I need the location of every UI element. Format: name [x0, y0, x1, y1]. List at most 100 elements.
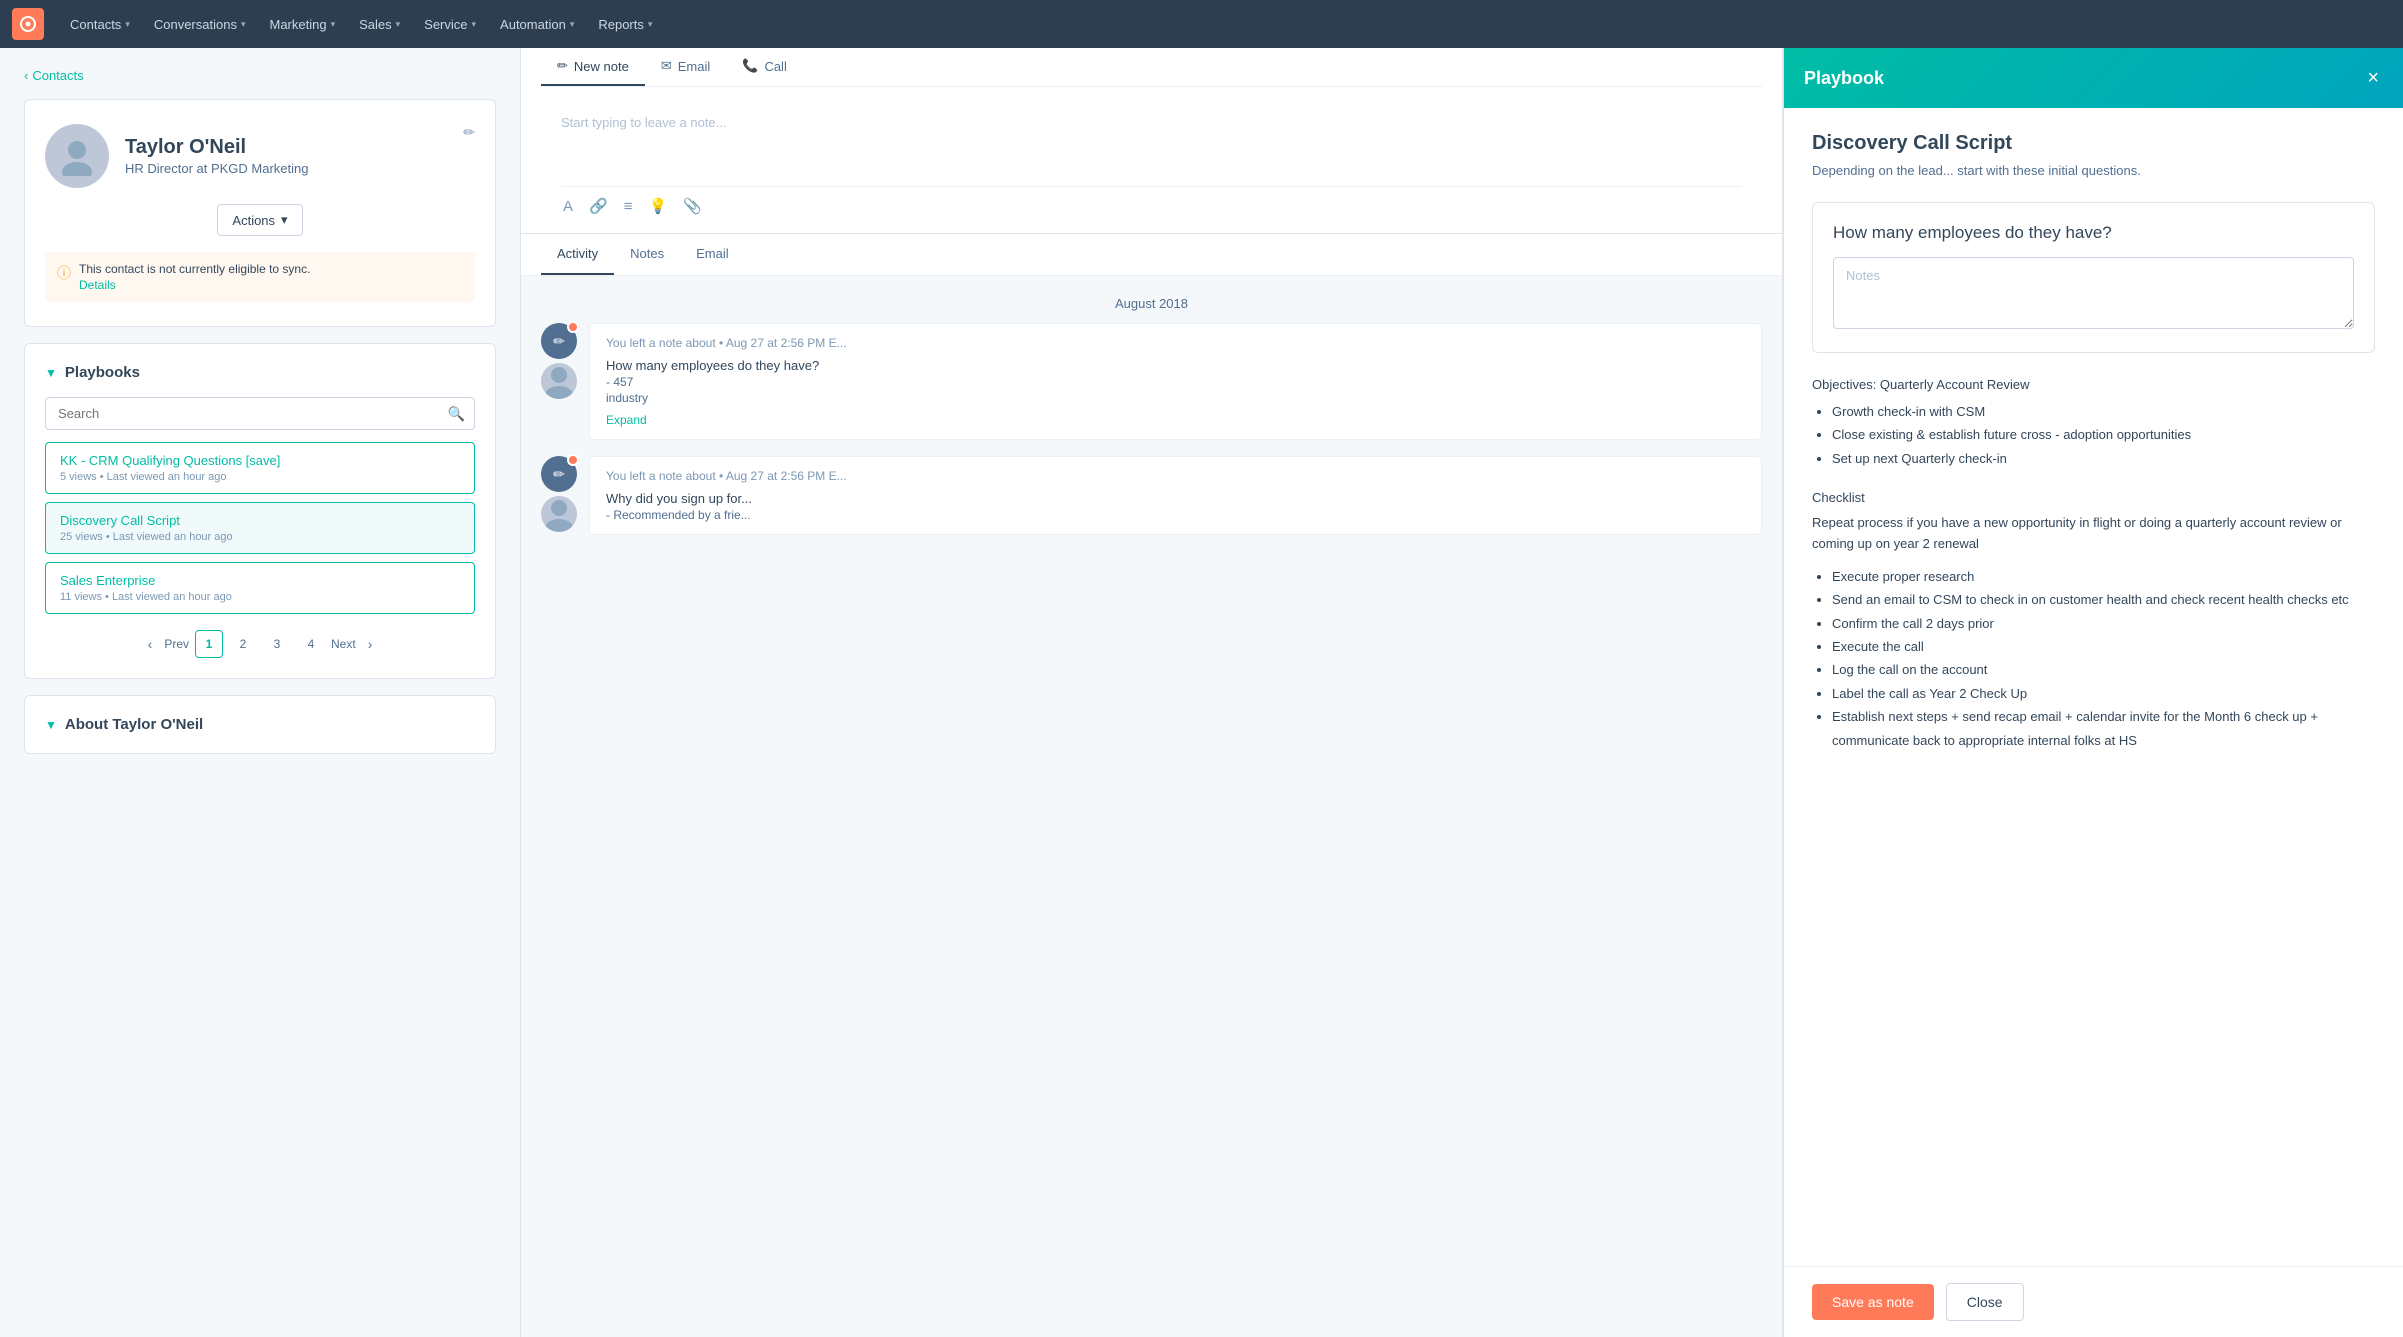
chevron-left-icon: ‹: [24, 68, 28, 83]
playbook-item-3[interactable]: Sales Enterprise 11 views • Last viewed …: [45, 562, 475, 614]
nav-item-conversations[interactable]: Conversations ▾: [144, 11, 256, 38]
question-text: How many employees do they have?: [1833, 223, 2354, 243]
playbook-item-1[interactable]: KK - CRM Qualifying Questions [save] 5 v…: [45, 442, 475, 494]
format-mention-button[interactable]: 💡: [646, 195, 669, 217]
chevron-down-icon: ▾: [281, 212, 288, 228]
playbook-panel-title: Playbook: [1804, 68, 1884, 89]
chevron-down-icon: ▾: [241, 19, 246, 30]
checklist-item-4: Execute the call: [1832, 635, 2375, 658]
playbook-title: Discovery Call Script: [1812, 132, 2375, 155]
objectives-section: Objectives: Quarterly Account Review Gro…: [1812, 377, 2375, 470]
page-3-button[interactable]: 3: [263, 630, 291, 658]
middle-panel: ✏ New note ✉ Email 📞 Call A 🔗 ≡: [520, 48, 1783, 1337]
note-compose: A 🔗 ≡ 💡 📎: [541, 87, 1762, 233]
checklist-item-1: Execute proper research: [1832, 565, 2375, 588]
nav-item-automation[interactable]: Automation ▾: [490, 11, 584, 38]
about-title: About Taylor O'Neil: [65, 716, 203, 733]
nav-item-reports[interactable]: Reports ▾: [588, 11, 662, 38]
nav-item-sales[interactable]: Sales ▾: [349, 11, 410, 38]
tab-call[interactable]: 📞 Call: [726, 48, 803, 86]
hubspot-logo[interactable]: [12, 8, 44, 40]
checklist-list: Execute proper research Send an email to…: [1812, 565, 2375, 752]
prev-label: Prev: [164, 637, 189, 651]
warning-icon: ⓘ: [57, 263, 71, 283]
activity-avatar-2: [541, 496, 577, 532]
phone-icon: 📞: [742, 58, 758, 74]
email-icon: ✉: [661, 58, 672, 74]
prev-page-button[interactable]: ‹: [142, 632, 159, 656]
activity-tab-email[interactable]: Email: [680, 234, 745, 275]
save-as-note-button[interactable]: Save as note: [1812, 1284, 1934, 1320]
chevron-down-icon: ▾: [570, 19, 575, 30]
chevron-down-icon: ▾: [125, 19, 130, 30]
activity-feed: August 2018 ✏ You left: [521, 276, 1782, 535]
left-panel: ‹ Contacts Taylor O'Neil HR Director at …: [0, 48, 520, 1337]
note-tabs: ✏ New note ✉ Email 📞 Call: [541, 48, 1762, 87]
chevron-down-icon: ▾: [396, 19, 401, 30]
activity-badge-2: [567, 454, 579, 466]
playbook-body: Discovery Call Script Depending on the l…: [1784, 108, 2403, 1266]
notes-input[interactable]: [1833, 257, 2354, 329]
format-bold-button[interactable]: A: [561, 195, 575, 217]
sync-warning: ⓘ This contact is not currently eligible…: [45, 252, 475, 302]
playbook-close-button[interactable]: ×: [2363, 64, 2383, 92]
activity-avatar-1: [541, 363, 577, 399]
activity-tab-activity[interactable]: Activity: [541, 234, 614, 275]
nav-item-contacts[interactable]: Contacts ▾: [60, 11, 140, 38]
activity-tabs: Activity Notes Email: [521, 234, 1782, 276]
search-input[interactable]: [45, 397, 475, 430]
close-playbook-button[interactable]: Close: [1946, 1283, 2024, 1321]
top-navigation: Contacts ▾ Conversations ▾ Marketing ▾ S…: [0, 0, 2403, 48]
note-toolbar: A 🔗 ≡ 💡 📎: [561, 186, 1742, 217]
page-1-button[interactable]: 1: [195, 630, 223, 658]
breadcrumb[interactable]: ‹ Contacts: [24, 68, 496, 83]
playbook-footer: Save as note Close: [1784, 1266, 2403, 1337]
next-page-button[interactable]: ›: [362, 632, 379, 656]
about-section: ▼ About Taylor O'Neil: [24, 695, 496, 754]
activity-item-1: ✏ You left a note about • Aug 27 at 2:56…: [541, 323, 1762, 440]
objective-item-2: Close existing & establish future cross …: [1832, 423, 2375, 446]
main-content: ‹ Contacts Taylor O'Neil HR Director at …: [0, 48, 2403, 1337]
tab-email[interactable]: ✉ Email: [645, 48, 726, 86]
actions-button[interactable]: Actions ▾: [217, 204, 302, 236]
playbooks-list: KK - CRM Qualifying Questions [save] 5 v…: [45, 442, 475, 614]
edit-icon[interactable]: ✏: [463, 124, 475, 141]
activity-tab-notes[interactable]: Notes: [614, 234, 680, 275]
expand-link-1[interactable]: Expand: [606, 413, 1745, 427]
about-collapse-icon[interactable]: ▼: [45, 718, 57, 732]
objective-item-3: Set up next Quarterly check-in: [1832, 447, 2375, 470]
chevron-down-icon: ▾: [472, 19, 477, 30]
checklist-item-5: Log the call on the account: [1832, 658, 2375, 681]
contact-title: HR Director at PKGD Marketing: [125, 161, 447, 176]
playbook-panel: Playbook × Discovery Call Script Dependi…: [1783, 48, 2403, 1337]
activity-icon-1: ✏: [541, 323, 577, 359]
checklist-label: Checklist: [1812, 490, 2375, 505]
format-list-button[interactable]: ≡: [622, 195, 635, 217]
compose-area: ✏ New note ✉ Email 📞 Call A 🔗 ≡: [521, 48, 1782, 234]
nav-item-marketing[interactable]: Marketing ▾: [259, 11, 345, 38]
nav-items-list: Contacts ▾ Conversations ▾ Marketing ▾ S…: [60, 11, 662, 38]
playbook-item-2[interactable]: Discovery Call Script 25 views • Last vi…: [45, 502, 475, 554]
checklist-item-3: Confirm the call 2 days prior: [1832, 612, 2375, 635]
section-collapse-icon[interactable]: ▼: [45, 366, 57, 380]
objectives-list: Growth check-in with CSM Close existing …: [1812, 400, 2375, 470]
objective-item-1: Growth check-in with CSM: [1832, 400, 2375, 423]
checklist-item-2: Send an email to CSM to check in on cust…: [1832, 588, 2375, 611]
page-4-button[interactable]: 4: [297, 630, 325, 658]
about-header: ▼ About Taylor O'Neil: [45, 716, 475, 733]
pagination: ‹ Prev 1 2 3 4 Next ›: [45, 630, 475, 658]
avatar: [45, 124, 109, 188]
format-link-button[interactable]: 🔗: [587, 195, 610, 217]
nav-item-service[interactable]: Service ▾: [414, 11, 486, 38]
question-card: How many employees do they have?: [1812, 202, 2375, 353]
contact-card: Taylor O'Neil HR Director at PKGD Market…: [24, 99, 496, 327]
page-2-button[interactable]: 2: [229, 630, 257, 658]
objectives-label: Objectives: Quarterly Account Review: [1812, 377, 2375, 392]
tab-new-note[interactable]: ✏ New note: [541, 48, 645, 86]
search-icon-button[interactable]: 🔍: [448, 405, 465, 422]
note-textarea[interactable]: [561, 103, 1742, 183]
playbooks-section-header: ▼ Playbooks: [45, 364, 475, 381]
playbook-panel-header: Playbook ×: [1784, 48, 2403, 108]
format-attach-button[interactable]: 📎: [681, 195, 704, 217]
details-link[interactable]: Details: [79, 278, 310, 292]
